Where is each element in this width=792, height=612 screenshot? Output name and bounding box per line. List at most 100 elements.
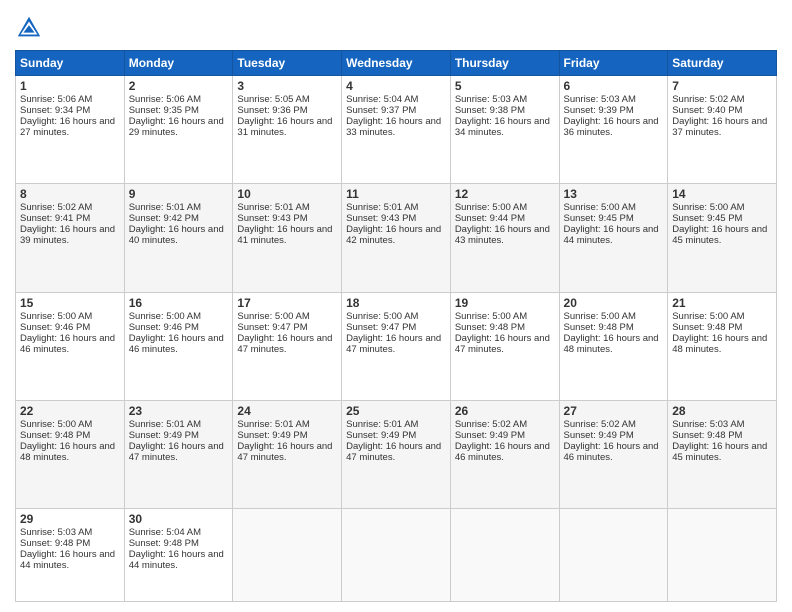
day-number: 22 [20, 404, 120, 418]
sunrise-text: Sunrise: 5:00 AM [455, 202, 527, 213]
day-number: 20 [564, 296, 664, 310]
calendar-cell: 21Sunrise: 5:00 AMSunset: 9:48 PMDayligh… [668, 292, 777, 400]
sunset-text: Sunset: 9:47 PM [237, 322, 307, 333]
calendar-cell: 1Sunrise: 5:06 AMSunset: 9:34 PMDaylight… [16, 76, 125, 184]
calendar-cell: 16Sunrise: 5:00 AMSunset: 9:46 PMDayligh… [124, 292, 233, 400]
day-number: 11 [346, 187, 446, 201]
daylight-text: Daylight: 16 hours and 47 minutes. [129, 441, 224, 463]
sunrise-text: Sunrise: 5:00 AM [672, 311, 744, 322]
calendar-cell: 7Sunrise: 5:02 AMSunset: 9:40 PMDaylight… [668, 76, 777, 184]
sunrise-text: Sunrise: 5:06 AM [129, 94, 201, 105]
sunrise-text: Sunrise: 5:01 AM [237, 202, 309, 213]
sunrise-text: Sunrise: 5:03 AM [20, 527, 92, 538]
daylight-text: Daylight: 16 hours and 37 minutes. [672, 116, 767, 138]
daylight-text: Daylight: 16 hours and 47 minutes. [237, 441, 332, 463]
day-number: 17 [237, 296, 337, 310]
sunrise-text: Sunrise: 5:01 AM [346, 202, 418, 213]
calendar-cell: 14Sunrise: 5:00 AMSunset: 9:45 PMDayligh… [668, 184, 777, 292]
calendar-cell: 12Sunrise: 5:00 AMSunset: 9:44 PMDayligh… [450, 184, 559, 292]
header [15, 10, 777, 42]
calendar-cell: 26Sunrise: 5:02 AMSunset: 9:49 PMDayligh… [450, 401, 559, 509]
sunrise-text: Sunrise: 5:03 AM [564, 94, 636, 105]
day-number: 9 [129, 187, 229, 201]
daylight-text: Daylight: 16 hours and 48 minutes. [564, 333, 659, 355]
sunset-text: Sunset: 9:48 PM [564, 322, 634, 333]
sunset-text: Sunset: 9:48 PM [672, 430, 742, 441]
sunset-text: Sunset: 9:49 PM [129, 430, 199, 441]
sunrise-text: Sunrise: 5:01 AM [129, 202, 201, 213]
sunrise-text: Sunrise: 5:02 AM [455, 419, 527, 430]
sunrise-text: Sunrise: 5:02 AM [672, 94, 744, 105]
daylight-text: Daylight: 16 hours and 34 minutes. [455, 116, 550, 138]
sunrise-text: Sunrise: 5:04 AM [129, 527, 201, 538]
calendar-cell: 6Sunrise: 5:03 AMSunset: 9:39 PMDaylight… [559, 76, 668, 184]
calendar-cell: 22Sunrise: 5:00 AMSunset: 9:48 PMDayligh… [16, 401, 125, 509]
sunset-text: Sunset: 9:46 PM [20, 322, 90, 333]
sunset-text: Sunset: 9:43 PM [346, 213, 416, 224]
calendar-cell: 4Sunrise: 5:04 AMSunset: 9:37 PMDaylight… [342, 76, 451, 184]
daylight-text: Daylight: 16 hours and 36 minutes. [564, 116, 659, 138]
daylight-text: Daylight: 16 hours and 47 minutes. [346, 441, 441, 463]
day-number: 2 [129, 79, 229, 93]
daylight-text: Daylight: 16 hours and 31 minutes. [237, 116, 332, 138]
daylight-text: Daylight: 16 hours and 46 minutes. [455, 441, 550, 463]
calendar-cell: 30Sunrise: 5:04 AMSunset: 9:48 PMDayligh… [124, 509, 233, 602]
sunset-text: Sunset: 9:44 PM [455, 213, 525, 224]
calendar-cell: 10Sunrise: 5:01 AMSunset: 9:43 PMDayligh… [233, 184, 342, 292]
sunset-text: Sunset: 9:41 PM [20, 213, 90, 224]
sunset-text: Sunset: 9:46 PM [129, 322, 199, 333]
calendar-cell: 24Sunrise: 5:01 AMSunset: 9:49 PMDayligh… [233, 401, 342, 509]
week-row-1: 1Sunrise: 5:06 AMSunset: 9:34 PMDaylight… [16, 76, 777, 184]
daylight-text: Daylight: 16 hours and 42 minutes. [346, 224, 441, 246]
daylight-text: Daylight: 16 hours and 44 minutes. [564, 224, 659, 246]
calendar-cell: 27Sunrise: 5:02 AMSunset: 9:49 PMDayligh… [559, 401, 668, 509]
sunrise-text: Sunrise: 5:04 AM [346, 94, 418, 105]
calendar-cell [342, 509, 451, 602]
daylight-text: Daylight: 16 hours and 44 minutes. [129, 549, 224, 571]
sunset-text: Sunset: 9:38 PM [455, 105, 525, 116]
calendar-cell [668, 509, 777, 602]
sunset-text: Sunset: 9:49 PM [346, 430, 416, 441]
sunset-text: Sunset: 9:42 PM [129, 213, 199, 224]
daylight-text: Daylight: 16 hours and 48 minutes. [672, 333, 767, 355]
page: SundayMondayTuesdayWednesdayThursdayFrid… [0, 0, 792, 612]
sunrise-text: Sunrise: 5:05 AM [237, 94, 309, 105]
sunrise-text: Sunrise: 5:06 AM [20, 94, 92, 105]
sunset-text: Sunset: 9:49 PM [564, 430, 634, 441]
sunset-text: Sunset: 9:48 PM [455, 322, 525, 333]
day-number: 4 [346, 79, 446, 93]
week-row-2: 8Sunrise: 5:02 AMSunset: 9:41 PM Daylight… [16, 184, 777, 292]
sunset-text: Sunset: 9:48 PM [129, 538, 199, 549]
day-number: 8 [20, 187, 120, 201]
day-number: 24 [237, 404, 337, 418]
sunset-text: Sunset: 9:35 PM [129, 105, 199, 116]
calendar-cell: 18Sunrise: 5:00 AMSunset: 9:47 PMDayligh… [342, 292, 451, 400]
sunrise-text: Sunrise: 5:00 AM [20, 419, 92, 430]
day-number: 14 [672, 187, 772, 201]
col-header-wednesday: Wednesday [342, 51, 451, 76]
sunrise-text: Sunrise: 5:00 AM [564, 311, 636, 322]
col-header-tuesday: Tuesday [233, 51, 342, 76]
day-number: 29 [20, 512, 120, 526]
daylight-text: Daylight: 16 hours and 47 minutes. [346, 333, 441, 355]
sunset-text: Sunset: 9:48 PM [20, 538, 90, 549]
sunset-text: Sunset: 9:43 PM [237, 213, 307, 224]
sunrise-text: Sunrise: 5:02 AM [20, 202, 92, 213]
daylight-text: Daylight: 16 hours and 41 minutes. [237, 224, 332, 246]
day-number: 3 [237, 79, 337, 93]
col-header-friday: Friday [559, 51, 668, 76]
calendar-cell: 9Sunrise: 5:01 AMSunset: 9:42 PMDaylight… [124, 184, 233, 292]
calendar-cell: 3Sunrise: 5:05 AMSunset: 9:36 PMDaylight… [233, 76, 342, 184]
daylight-text: Daylight: 16 hours and 43 minutes. [455, 224, 550, 246]
daylight-text: Daylight: 16 hours and 29 minutes. [129, 116, 224, 138]
sunset-text: Sunset: 9:36 PM [237, 105, 307, 116]
calendar-cell: 17Sunrise: 5:00 AMSunset: 9:47 PMDayligh… [233, 292, 342, 400]
daylight-text: Daylight: 16 hours and 47 minutes. [455, 333, 550, 355]
day-number: 13 [564, 187, 664, 201]
sunset-text: Sunset: 9:47 PM [346, 322, 416, 333]
sunset-text: Sunset: 9:45 PM [564, 213, 634, 224]
sunset-text: Sunset: 9:39 PM [564, 105, 634, 116]
week-row-4: 22Sunrise: 5:00 AM Sunset: 9:48 PM Dayligh… [16, 401, 777, 509]
day-number: 12 [455, 187, 555, 201]
day-number: 23 [129, 404, 229, 418]
